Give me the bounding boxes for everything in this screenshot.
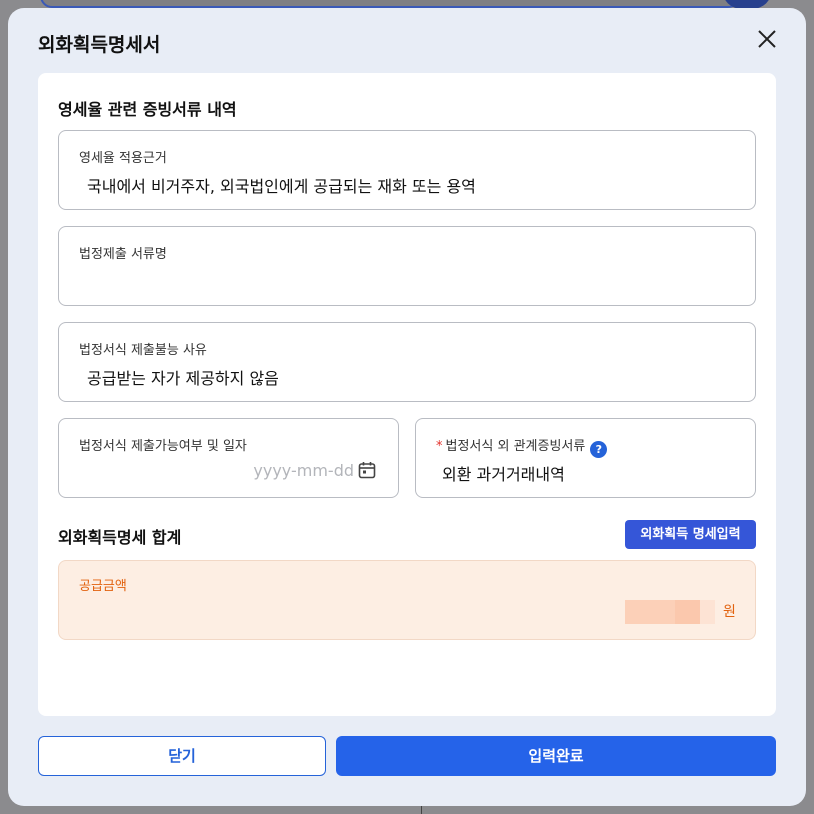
background-page-element [421, 805, 422, 814]
section-title-proof: 영세율 관련 증빙서류 내역 [58, 100, 237, 119]
close-icon[interactable] [754, 26, 780, 52]
legal-document-name-field[interactable]: 법정제출 서류명 [58, 226, 756, 306]
field-label-text: 법정서식 외 관계증빙서류 [445, 439, 586, 454]
help-icon[interactable]: ? [590, 441, 608, 458]
masked-amount-value [625, 600, 715, 624]
availability-date-field[interactable]: 법정서식 제출가능여부 및 일자 yyyy-mm-dd [58, 418, 399, 498]
supply-amount-box: 공급금액 원 [58, 560, 756, 640]
background-page-element [40, 0, 740, 8]
field-label: 법정서식 제출불능 사유 [79, 343, 207, 358]
field-label: * 법정서식 외 관계증빙서류? [436, 435, 608, 458]
related-proof-document-field[interactable]: * 법정서식 외 관계증빙서류? 외환 과거거래내역 [415, 418, 756, 498]
field-value: 공급받는 자가 제공하지 않음 [87, 369, 279, 388]
required-mark: * [436, 439, 443, 454]
submit-button[interactable]: 입력완료 [336, 736, 776, 776]
supply-amount-label: 공급금액 [79, 579, 127, 594]
section-title-summary: 외화획득명세 합계 [58, 528, 182, 547]
calendar-icon[interactable] [358, 461, 376, 479]
field-label: 법정제출 서류명 [79, 247, 167, 262]
field-label: 영세율 적용근거 [79, 151, 167, 166]
modal-title: 외화획득명세서 [38, 34, 161, 56]
date-placeholder: yyyy-mm-dd [253, 461, 354, 480]
field-value: 외환 과거거래내역 [442, 465, 565, 484]
submission-impossible-reason-field[interactable]: 법정서식 제출불능 사유 공급받는 자가 제공하지 않음 [58, 322, 756, 402]
amount-unit: 원 [723, 604, 736, 620]
field-label: 법정서식 제출가능여부 및 일자 [79, 439, 247, 454]
zero-rate-basis-field[interactable]: 영세율 적용근거 국내에서 비거주자, 외국법인에게 공급되는 재화 또는 용역 [58, 130, 756, 210]
close-button[interactable]: 닫기 [38, 736, 326, 776]
field-value: 국내에서 비거주자, 외국법인에게 공급되는 재화 또는 용역 [87, 177, 476, 196]
foreign-currency-detail-input-button[interactable]: 외화획득 명세입력 [625, 520, 756, 549]
foreign-currency-statement-modal: 외화획득명세서 영세율 관련 증빙서류 내역 영세율 적용근거 국내에서 비거주… [8, 8, 806, 806]
